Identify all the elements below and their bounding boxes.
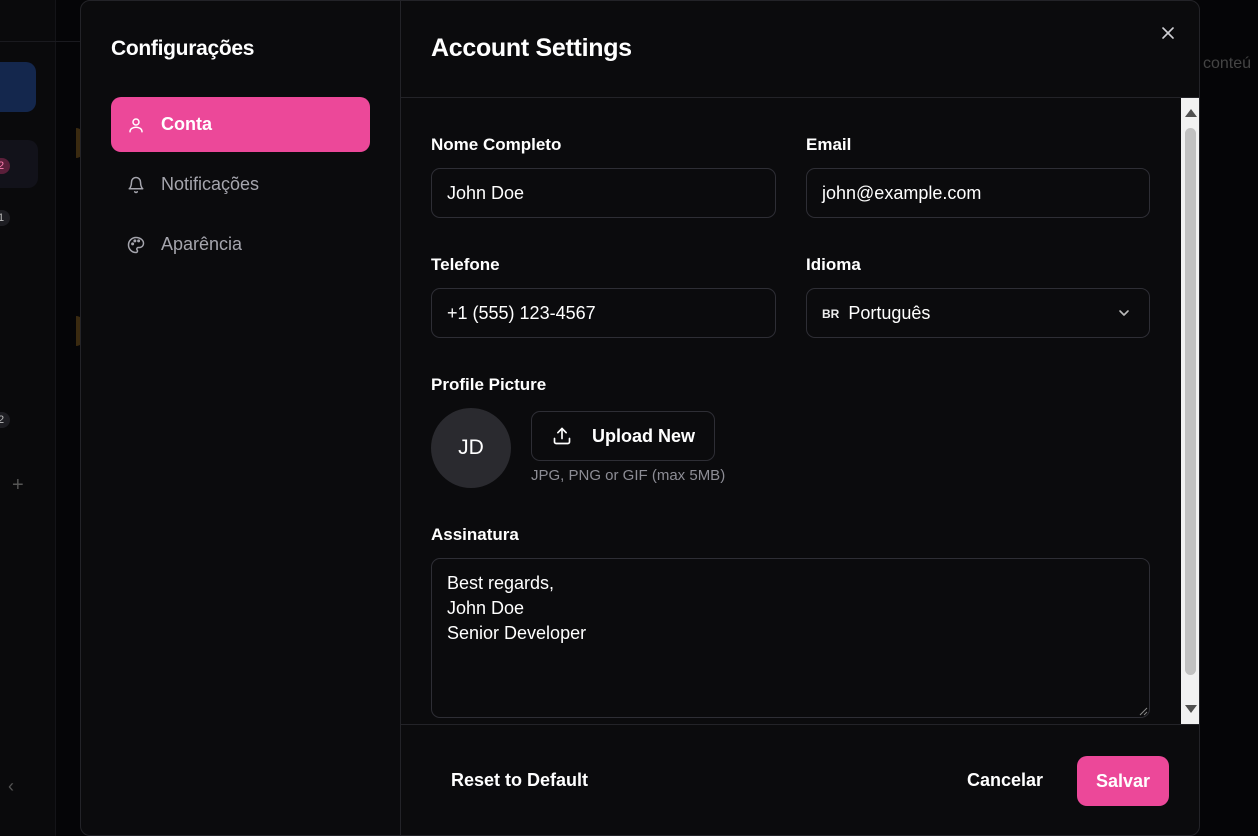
profile-picture-label: Profile Picture [431,375,547,394]
phone-value: +1 (555) 123-4567 [447,302,596,323]
phone-field[interactable]: +1 (555) 123-4567 [431,288,776,338]
settings-modal: Configurações Conta Notificações Aparênc… [80,0,1200,836]
name-value: John Doe [447,182,525,203]
email-label: Email [806,135,852,154]
save-label: Salvar [1095,770,1151,791]
settings-main: Account Settings Nome Completo John Doe … [401,1,1199,835]
sidebar-item-label: Conta [161,114,212,134]
palette-icon [127,236,145,253]
scrollbar[interactable] [1181,98,1199,724]
sidebar-item-notificacoes[interactable]: Notificações [111,157,370,212]
language-value: Português [848,302,931,323]
cancel-button[interactable]: Cancelar [967,770,1043,791]
upload-button[interactable]: Upload New [531,411,715,461]
user-icon [129,117,143,132]
sidebar-item-aparencia[interactable]: Aparência [111,217,370,272]
sidebar-item-label: Aparência [161,234,243,254]
settings-sidebar: Configurações Conta Notificações Aparênc… [81,1,401,835]
phone-label: Telefone [431,255,500,274]
settings-form: Nome Completo John Doe Email john@exampl… [401,98,1181,724]
signature-textarea[interactable]: Best regards, John Doe Senior Developer [431,558,1150,718]
plus-icon: + [12,474,24,496]
upload-icon [553,427,571,445]
flag-icon: BR [822,307,840,321]
avatar-initials: JD [458,436,484,459]
upload-label: Upload New [592,425,696,446]
scrollbar-thumb[interactable] [1185,128,1196,675]
page-title: Account Settings [431,34,632,62]
sidebar-title: Configurações [111,37,255,60]
resize-handle-icon[interactable] [1139,707,1148,716]
language-select[interactable]: BR Português [806,288,1150,338]
email-value: john@example.com [822,182,982,203]
name-label: Nome Completo [431,135,562,154]
chevron-down-icon [1119,310,1129,316]
upload-hint: JPG, PNG or GIF (max 5MB) [531,467,726,484]
close-icon [1162,27,1174,39]
sidebar-item-conta[interactable]: Conta [111,97,370,152]
name-field[interactable]: John Doe [431,168,776,218]
background-divider [0,41,80,42]
background-active-item [0,62,36,112]
save-button[interactable]: Salvar [1077,756,1169,806]
language-label: Idioma [806,255,861,274]
scroll-up-arrow-icon[interactable] [1185,109,1197,117]
sidebar-item-label: Notificações [161,174,260,194]
chevron-left-icon: ‹ [8,776,14,796]
reset-button[interactable]: Reset to Default [451,770,588,791]
signature-label: Assinatura [431,525,519,544]
avatar: JD [431,408,511,488]
close-button[interactable] [1156,21,1180,45]
scroll-down-arrow-icon[interactable] [1185,705,1197,713]
divider [401,724,1199,725]
background-text: conteú [1203,55,1252,72]
bell-icon [128,176,144,193]
email-field[interactable]: john@example.com [806,168,1150,218]
